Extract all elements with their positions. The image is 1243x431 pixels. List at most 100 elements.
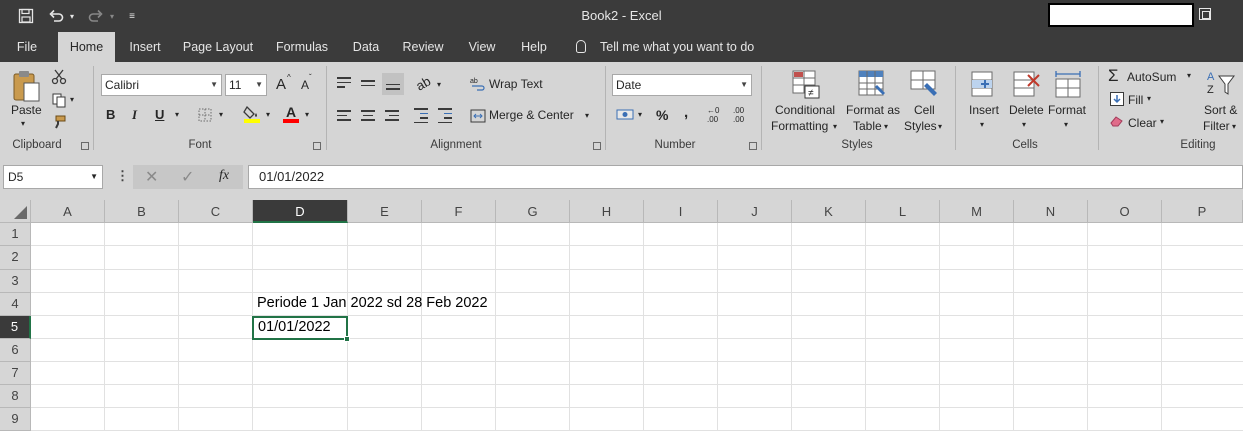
format-cells-button[interactable]: Format — [1048, 103, 1086, 117]
font-size-select[interactable]: 11 ▼ — [225, 74, 267, 96]
delete-cells-icon[interactable] — [1010, 68, 1042, 100]
delete-cells-button[interactable]: Delete — [1009, 103, 1044, 117]
format-as-table-label-2[interactable]: Table — [853, 119, 882, 133]
tab-data[interactable]: Data — [348, 32, 384, 62]
font-launcher-icon[interactable] — [313, 142, 321, 150]
fill-button[interactable]: Fill — [1128, 93, 1143, 107]
column-header-d[interactable]: D — [253, 200, 348, 223]
cell-styles-icon[interactable] — [908, 68, 940, 100]
align-bottom-icon[interactable] — [382, 73, 404, 95]
italic-button[interactable]: I — [132, 107, 137, 123]
cell-styles-label-2[interactable]: Styles — [904, 119, 937, 133]
insert-dropdown-icon[interactable]: ▾ — [980, 120, 984, 129]
worksheet-grid[interactable] — [31, 223, 1243, 431]
format-dropdown-icon[interactable]: ▾ — [1064, 120, 1068, 129]
clipboard-launcher-icon[interactable] — [81, 142, 89, 150]
conditional-formatting-label-1[interactable]: Conditional — [775, 103, 835, 117]
column-header-b[interactable]: B — [105, 200, 179, 223]
cut-icon[interactable] — [50, 68, 68, 86]
shrink-font-button[interactable]: A — [301, 78, 309, 92]
account-box[interactable] — [1048, 3, 1194, 27]
select-all-button[interactable] — [0, 200, 31, 223]
format-painter-icon[interactable] — [50, 113, 68, 131]
column-header-e[interactable]: E — [348, 200, 422, 223]
cancel-icon[interactable]: ✕ — [145, 167, 158, 187]
tab-formulas[interactable]: Formulas — [272, 32, 332, 62]
increase-indent-icon[interactable] — [438, 108, 452, 126]
column-header-f[interactable]: F — [422, 200, 496, 223]
delete-dropdown-icon[interactable]: ▾ — [1022, 120, 1026, 129]
formula-bar-grip-icon[interactable]: ⋮ — [116, 168, 129, 184]
fill-color-icon[interactable] — [242, 104, 262, 124]
paste-dropdown-icon[interactable]: ▾ — [21, 119, 25, 128]
row-header-1[interactable]: 1 — [0, 223, 31, 246]
align-left-icon[interactable] — [337, 110, 351, 124]
merge-center-button[interactable]: Merge & Center — [489, 108, 574, 122]
row-header-4[interactable]: 4 — [0, 293, 31, 316]
wrap-text-button[interactable]: Wrap Text — [489, 77, 543, 91]
align-middle-icon[interactable] — [361, 80, 375, 89]
borders-dropdown-icon[interactable]: ▾ — [219, 110, 223, 119]
cell-styles-label-1[interactable]: Cell — [914, 103, 935, 117]
format-cells-icon[interactable] — [1052, 68, 1084, 100]
percent-style-button[interactable]: % — [656, 107, 668, 123]
insert-function-button[interactable]: fx — [219, 168, 229, 184]
row-header-7[interactable]: 7 — [0, 362, 31, 385]
cell-styles-dropdown-icon[interactable]: ▾ — [938, 122, 942, 131]
column-header-p[interactable]: P — [1162, 200, 1243, 223]
font-color-dropdown-icon[interactable]: ▾ — [305, 110, 309, 119]
align-right-icon[interactable] — [385, 110, 399, 124]
tab-file[interactable]: File — [8, 32, 46, 62]
clear-button[interactable]: Clear — [1128, 116, 1157, 130]
font-color-button[interactable]: A — [281, 104, 301, 124]
autosum-icon[interactable]: Σ — [1108, 66, 1119, 86]
decrease-decimal-button[interactable]: .00.00 — [733, 106, 744, 124]
column-header-j[interactable]: J — [718, 200, 792, 223]
tab-review[interactable]: Review — [399, 32, 447, 62]
tab-insert[interactable]: Insert — [124, 32, 166, 62]
row-header-9[interactable]: 9 — [0, 408, 31, 431]
row-header-5[interactable]: 5 — [0, 316, 31, 339]
alignment-launcher-icon[interactable] — [593, 142, 601, 150]
tab-home[interactable]: Home — [58, 32, 115, 62]
tell-me-search[interactable]: Tell me what you want to do — [600, 32, 756, 62]
orientation-icon[interactable]: ab — [413, 73, 433, 93]
align-top-icon[interactable] — [337, 77, 351, 91]
clear-icon[interactable] — [1110, 115, 1124, 127]
sort-filter-label-2[interactable]: Filter — [1203, 119, 1230, 133]
underline-button[interactable]: U — [155, 107, 164, 122]
accounting-format-icon[interactable] — [615, 106, 635, 124]
align-center-icon[interactable] — [361, 110, 375, 124]
wrap-text-icon[interactable]: ab — [470, 76, 486, 92]
insert-cells-icon[interactable] — [968, 68, 998, 100]
conditional-formatting-label-2[interactable]: Formatting — [771, 119, 828, 133]
tab-page-layout[interactable]: Page Layout — [181, 32, 255, 62]
merge-center-icon[interactable] — [470, 108, 486, 124]
number-format-select[interactable]: Date ▼ — [612, 74, 752, 96]
fill-icon[interactable] — [1110, 92, 1124, 106]
merge-dropdown-icon[interactable]: ▾ — [585, 111, 589, 120]
borders-icon[interactable] — [196, 106, 214, 124]
column-header-l[interactable]: L — [866, 200, 940, 223]
conditional-dropdown-icon[interactable]: ▾ — [833, 122, 837, 131]
format-as-table-label-1[interactable]: Format as — [846, 103, 900, 117]
paste-icon[interactable] — [10, 68, 42, 104]
tab-help[interactable]: Help — [516, 32, 552, 62]
bold-button[interactable]: B — [106, 107, 115, 122]
active-cell-selection[interactable] — [252, 316, 348, 340]
column-header-k[interactable]: K — [792, 200, 866, 223]
row-header-2[interactable]: 2 — [0, 246, 31, 270]
clear-dropdown-icon[interactable]: ▾ — [1160, 117, 1164, 126]
sort-filter-dropdown-icon[interactable]: ▾ — [1232, 122, 1236, 131]
column-header-n[interactable]: N — [1014, 200, 1088, 223]
copy-dropdown-icon[interactable]: ▾ — [70, 95, 74, 104]
row-header-3[interactable]: 3 — [0, 270, 31, 293]
row-header-6[interactable]: 6 — [0, 339, 31, 362]
copy-icon[interactable] — [50, 91, 68, 109]
underline-dropdown-icon[interactable]: ▾ — [175, 110, 179, 119]
format-as-table-dropdown-icon[interactable]: ▾ — [884, 122, 888, 131]
font-name-select[interactable]: Calibri ▼ — [101, 74, 222, 96]
tab-view[interactable]: View — [463, 32, 501, 62]
sort-filter-icon[interactable]: AZ — [1206, 68, 1236, 98]
cell-d4[interactable]: Periode 1 Jan 2022 sd 28 Feb 2022 — [257, 295, 488, 311]
